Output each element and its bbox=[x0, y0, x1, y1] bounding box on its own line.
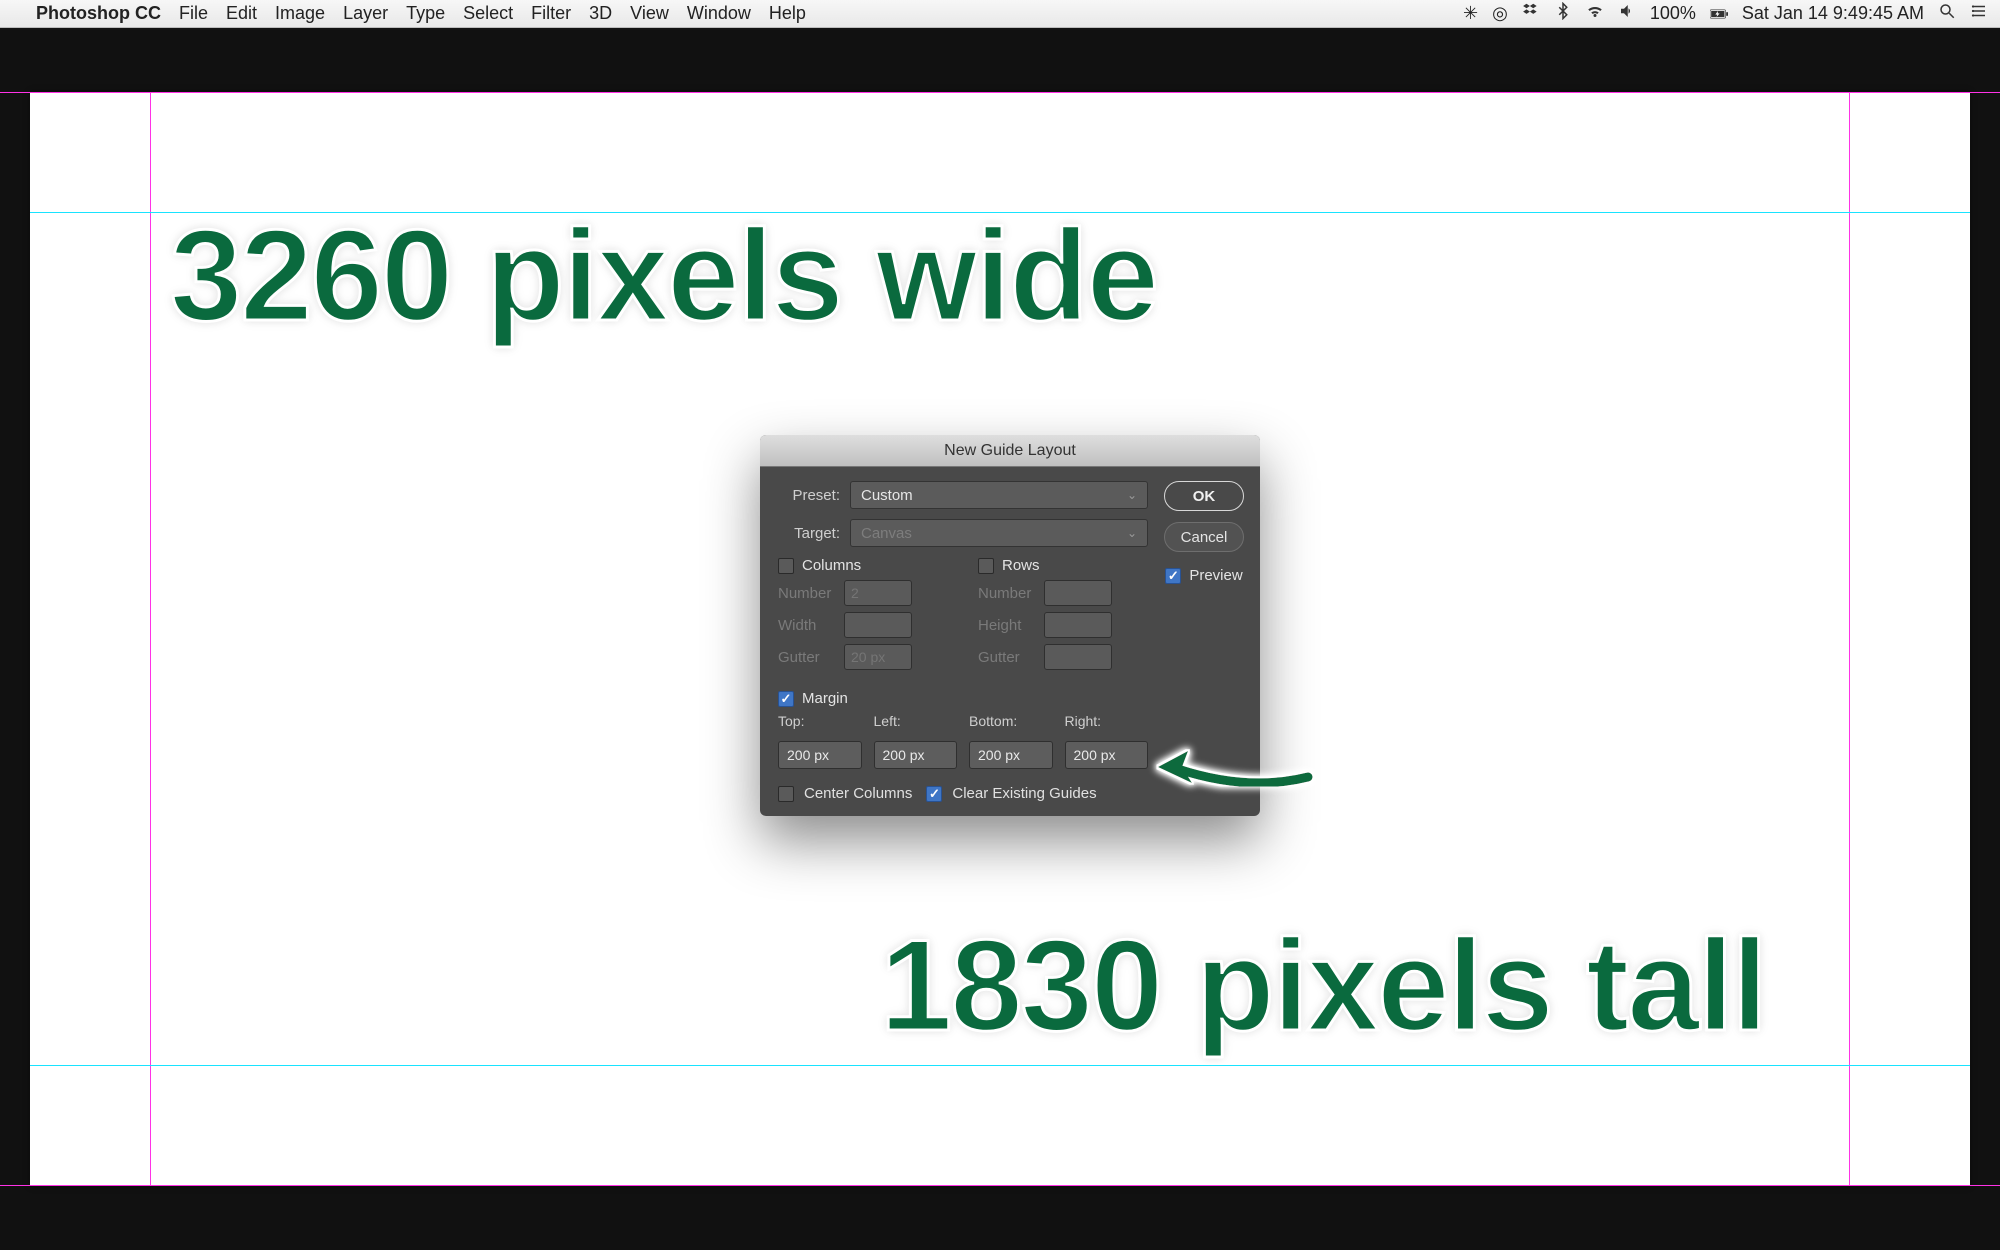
menu-help[interactable]: Help bbox=[769, 3, 806, 24]
center-columns-checkbox[interactable] bbox=[778, 786, 794, 802]
target-select[interactable]: Canvas ⌄ bbox=[850, 519, 1148, 547]
guide-top-edge bbox=[0, 92, 2000, 93]
menu-layer[interactable]: Layer bbox=[343, 3, 388, 24]
wifi-icon[interactable] bbox=[1586, 2, 1604, 25]
creative-cloud-icon[interactable]: ◎ bbox=[1492, 3, 1508, 24]
target-label: Target: bbox=[778, 525, 840, 542]
columns-width-label: Width bbox=[778, 617, 836, 634]
ok-button[interactable]: OK bbox=[1164, 481, 1244, 511]
margin-bottom-label: Bottom: bbox=[969, 713, 1053, 729]
rows-checkbox[interactable] bbox=[978, 558, 994, 574]
columns-width-input[interactable] bbox=[844, 612, 912, 638]
clear-existing-guides-label: Clear Existing Guides bbox=[952, 785, 1096, 802]
annotation-width: 3260 pixels wide bbox=[170, 200, 1157, 350]
volume-icon[interactable] bbox=[1618, 2, 1636, 25]
columns-gutter-label: Gutter bbox=[778, 649, 836, 666]
center-columns-label: Center Columns bbox=[804, 785, 912, 802]
preset-value: Custom bbox=[861, 487, 913, 504]
margin-top-input[interactable] bbox=[778, 741, 862, 769]
rows-gutter-label: Gutter bbox=[978, 649, 1036, 666]
margin-label: Margin bbox=[802, 690, 848, 707]
dialog-title: New Guide Layout bbox=[760, 435, 1260, 467]
macos-menu-bar: Photoshop CC File Edit Image Layer Type … bbox=[0, 0, 2000, 28]
status-icon[interactable]: ✳︎ bbox=[1463, 3, 1478, 24]
columns-number-label: Number bbox=[778, 585, 836, 602]
margin-bottom-input[interactable] bbox=[969, 741, 1053, 769]
margin-right-input[interactable] bbox=[1065, 741, 1149, 769]
rows-number-input[interactable] bbox=[1044, 580, 1112, 606]
menu-clock[interactable]: Sat Jan 14 9:49:45 AM bbox=[1742, 3, 1924, 24]
clear-existing-guides-checkbox[interactable] bbox=[926, 786, 942, 802]
menu-view[interactable]: View bbox=[630, 3, 669, 24]
menu-filter[interactable]: Filter bbox=[531, 3, 571, 24]
rows-label: Rows bbox=[1002, 557, 1040, 574]
preview-checkbox[interactable] bbox=[1165, 568, 1181, 584]
menu-file[interactable]: File bbox=[179, 3, 208, 24]
battery-percent: 100% bbox=[1650, 3, 1696, 24]
target-value: Canvas bbox=[861, 525, 912, 542]
columns-gutter-input[interactable] bbox=[844, 644, 912, 670]
annotation-height: 1830 pixels tall bbox=[880, 910, 1766, 1060]
rows-number-label: Number bbox=[978, 585, 1036, 602]
rows-height-input[interactable] bbox=[1044, 612, 1112, 638]
control-center-icon[interactable] bbox=[1970, 2, 1988, 25]
columns-label: Columns bbox=[802, 557, 861, 574]
guide-horizontal-bottom bbox=[30, 1065, 1970, 1066]
menu-select[interactable]: Select bbox=[463, 3, 513, 24]
chevron-down-icon: ⌄ bbox=[1127, 526, 1137, 540]
app-name[interactable]: Photoshop CC bbox=[36, 3, 161, 24]
columns-checkbox[interactable] bbox=[778, 558, 794, 574]
dropbox-icon[interactable] bbox=[1522, 2, 1540, 25]
menu-3d[interactable]: 3D bbox=[589, 3, 612, 24]
cancel-button[interactable]: Cancel bbox=[1164, 522, 1244, 552]
battery-icon[interactable] bbox=[1710, 5, 1728, 23]
margin-left-input[interactable] bbox=[874, 741, 958, 769]
guide-vertical-right bbox=[1849, 92, 1850, 1186]
rows-gutter-input[interactable] bbox=[1044, 644, 1112, 670]
guide-vertical-left bbox=[150, 92, 151, 1186]
columns-number-input[interactable] bbox=[844, 580, 912, 606]
preset-label: Preset: bbox=[778, 487, 840, 504]
chevron-down-icon: ⌄ bbox=[1127, 488, 1137, 502]
margin-checkbox[interactable] bbox=[778, 691, 794, 707]
margin-right-label: Right: bbox=[1065, 713, 1149, 729]
margin-left-label: Left: bbox=[874, 713, 958, 729]
menu-window[interactable]: Window bbox=[687, 3, 751, 24]
menu-image[interactable]: Image bbox=[275, 3, 325, 24]
margin-top-label: Top: bbox=[778, 713, 862, 729]
menu-type[interactable]: Type bbox=[406, 3, 445, 24]
spotlight-icon[interactable] bbox=[1938, 2, 1956, 25]
menu-edit[interactable]: Edit bbox=[226, 3, 257, 24]
bluetooth-icon[interactable] bbox=[1554, 2, 1572, 25]
rows-height-label: Height bbox=[978, 617, 1036, 634]
annotation-arrow-icon bbox=[1148, 737, 1318, 797]
preview-label: Preview bbox=[1189, 567, 1242, 584]
preset-select[interactable]: Custom ⌄ bbox=[850, 481, 1148, 509]
guide-bottom-edge bbox=[0, 1185, 2000, 1186]
